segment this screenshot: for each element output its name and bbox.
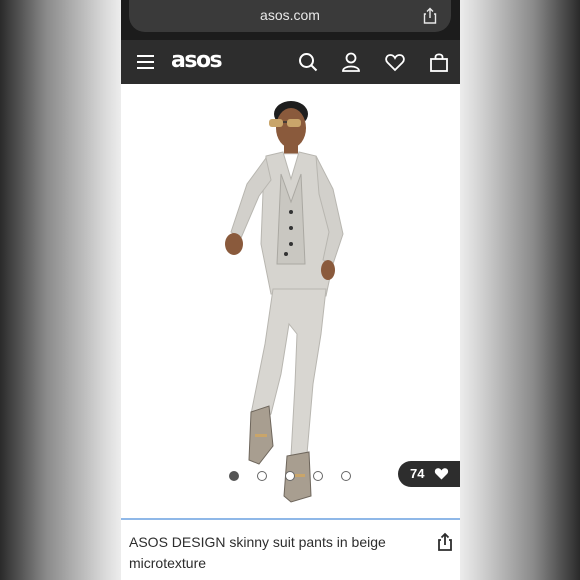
url-text: asos.com xyxy=(260,7,320,23)
share-icon[interactable] xyxy=(421,7,439,25)
product-image[interactable]: 74 xyxy=(121,84,460,520)
carousel-dot-4[interactable] xyxy=(313,471,323,481)
save-for-later-button[interactable]: 74 xyxy=(398,461,460,487)
account-icon[interactable] xyxy=(341,52,361,72)
image-divider xyxy=(121,518,460,520)
bag-icon[interactable] xyxy=(429,52,449,72)
carousel-dot-3[interactable] xyxy=(285,471,295,481)
menu-icon[interactable] xyxy=(136,52,156,72)
carousel-dot-5[interactable] xyxy=(341,471,351,481)
share-icon[interactable] xyxy=(435,532,455,552)
carousel-dot-2[interactable] xyxy=(257,471,267,481)
heart-filled-icon xyxy=(434,468,449,480)
asos-logo[interactable]: asos xyxy=(171,48,223,73)
product-title: ASOS DESIGN skinny suit pants in beige m… xyxy=(129,534,386,571)
search-icon[interactable] xyxy=(298,52,318,72)
heart-icon[interactable] xyxy=(385,52,405,72)
browser-url-bar: asos.com xyxy=(121,0,460,40)
address-field[interactable]: asos.com xyxy=(129,0,451,32)
likes-count: 74 xyxy=(410,466,425,481)
site-header: asos xyxy=(121,40,460,84)
model-in-suit-image xyxy=(225,101,344,503)
carousel-dot-1[interactable] xyxy=(229,471,239,481)
phone-screen: asos.com asos 74 ASOS DESIGN skinny suit… xyxy=(121,0,460,580)
